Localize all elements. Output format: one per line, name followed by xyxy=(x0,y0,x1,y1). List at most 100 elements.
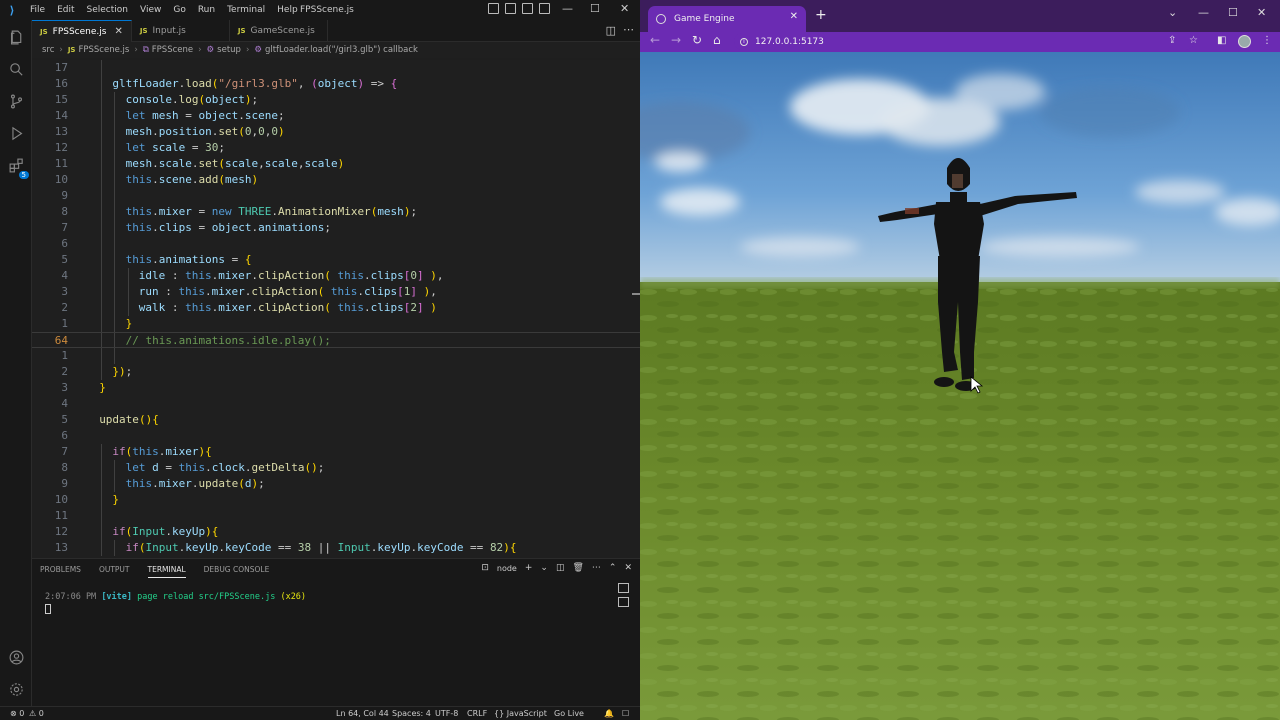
code-line[interactable]: 2}); xyxy=(32,364,640,380)
settings-gear-icon[interactable] xyxy=(5,678,27,700)
tab-terminal[interactable]: TERMINAL xyxy=(147,565,186,578)
code-line[interactable]: 13 if(Input.keyUp.keyCode == 38 || Input.… xyxy=(32,540,640,556)
menu-terminal[interactable]: Terminal xyxy=(221,5,271,15)
shell-name[interactable]: node xyxy=(497,564,517,573)
menu-run[interactable]: Run xyxy=(192,5,221,15)
status-errors[interactable]: ⊗ 0 xyxy=(10,709,24,718)
tab-problems[interactable]: PROBLEMS xyxy=(40,565,81,578)
menu-view[interactable]: View xyxy=(134,5,167,15)
site-info-icon[interactable]: i xyxy=(740,37,748,46)
terminal-instance-icon[interactable] xyxy=(618,597,629,607)
code-line[interactable]: 16 gltfLoader.load("/girl3.glb", (object)… xyxy=(32,76,640,92)
terminal-instance-icon[interactable] xyxy=(618,583,629,593)
bell-icon[interactable]: 🔔 xyxy=(604,709,614,718)
close-window-icon[interactable]: ✕ xyxy=(620,2,629,15)
code-line[interactable]: 4 xyxy=(32,396,640,412)
account-icon[interactable] xyxy=(5,646,27,668)
run-debug-icon[interactable] xyxy=(5,122,27,144)
new-tab-icon[interactable]: + xyxy=(815,7,827,23)
maximize-icon[interactable]: ☐ xyxy=(590,2,600,15)
forward-icon[interactable]: → xyxy=(671,33,681,47)
more-actions-icon[interactable]: ⋯ xyxy=(623,23,634,36)
tab-gamescene[interactable]: JS GameScene.js xyxy=(230,20,328,42)
home-icon[interactable]: ⌂ xyxy=(713,33,721,47)
toggle-panel-icon[interactable] xyxy=(505,3,516,14)
menu-selection[interactable]: Selection xyxy=(81,5,134,15)
split-terminal-icon[interactable]: ◫ xyxy=(556,563,565,573)
tab-fpsscene[interactable]: JS FPSScene.js ✕ xyxy=(32,20,132,42)
code-line[interactable]: 15 console.log(object); xyxy=(32,92,640,108)
status-encoding[interactable]: UTF-8 xyxy=(435,709,458,718)
code-line[interactable]: 9 xyxy=(32,188,640,204)
code-line[interactable]: 17 xyxy=(32,60,640,76)
tab-input[interactable]: JS Input.js xyxy=(132,20,230,42)
code-line[interactable]: 2 walk : this.mixer.clipAction( this.clip… xyxy=(32,300,640,316)
code-line[interactable]: 12 let scale = 30; xyxy=(32,140,640,156)
maximize-panel-icon[interactable]: ⌃ xyxy=(609,563,617,573)
close-window-icon[interactable]: ✕ xyxy=(1257,6,1266,19)
split-editor-icon[interactable]: ◫ xyxy=(606,24,616,37)
close-tab-icon[interactable]: ✕ xyxy=(790,11,798,22)
status-warnings[interactable]: ⚠ 0 xyxy=(29,709,44,718)
code-line[interactable]: 9 this.mixer.update(d); xyxy=(32,476,640,492)
game-canvas[interactable] xyxy=(640,52,1280,720)
code-line[interactable]: 1 xyxy=(32,348,640,364)
bookmark-star-icon[interactable]: ☆ xyxy=(1189,35,1198,46)
breadcrumb-class[interactable]: FPSScene xyxy=(152,45,193,55)
minimize-icon[interactable]: — xyxy=(562,2,573,15)
toggle-secondary-sidebar-icon[interactable] xyxy=(522,3,533,14)
code-line[interactable]: 11 xyxy=(32,508,640,524)
code-line[interactable]: 3} xyxy=(32,380,640,396)
code-line[interactable]: 8 this.mixer = new THREE.AnimationMixer(m… xyxy=(32,204,640,220)
breadcrumb-method[interactable]: setup xyxy=(217,45,241,55)
code-line[interactable]: 10 this.scene.add(mesh) xyxy=(32,172,640,188)
tab-output[interactable]: OUTPUT xyxy=(99,565,130,578)
status-go-live[interactable]: Go Live xyxy=(554,709,584,718)
code-line[interactable]: 7 this.clips = object.animations; xyxy=(32,220,640,236)
menu-file[interactable]: File xyxy=(24,5,51,15)
address-bar[interactable]: i 127.0.0.1:5173 xyxy=(734,33,1194,50)
search-icon[interactable] xyxy=(5,58,27,80)
code-line[interactable]: 7 if(this.mixer){ xyxy=(32,444,640,460)
code-line[interactable]: 4 idle : this.mixer.clipAction( this.clip… xyxy=(32,268,640,284)
profile-avatar[interactable] xyxy=(1238,35,1251,48)
source-control-icon[interactable] xyxy=(5,90,27,112)
code-line[interactable]: 64 // this.animations.idle.play(); xyxy=(32,332,640,348)
close-panel-icon[interactable]: ✕ xyxy=(624,563,632,573)
status-cursor-position[interactable]: Ln 64, Col 44 xyxy=(336,709,389,718)
code-line[interactable]: 6 xyxy=(32,428,640,444)
maximize-icon[interactable]: ☐ xyxy=(1228,6,1238,19)
reload-icon[interactable]: ↻ xyxy=(692,33,702,47)
code-line[interactable]: 14 let mesh = object.scene; xyxy=(32,108,640,124)
explorer-icon[interactable] xyxy=(5,26,27,48)
status-indentation[interactable]: Spaces: 4 xyxy=(392,709,431,718)
status-language[interactable]: {} JavaScript xyxy=(494,709,547,718)
code-line[interactable]: 12 if(Input.keyUp){ xyxy=(32,524,640,540)
menu-help[interactable]: Help xyxy=(271,5,304,15)
chevron-down-icon[interactable]: ⌄ xyxy=(540,563,548,573)
close-tab-icon[interactable]: ✕ xyxy=(114,26,122,37)
breadcrumb-callback[interactable]: gltfLoader.load("/girl3.glb") callback xyxy=(265,45,418,55)
code-line[interactable]: 6 xyxy=(32,236,640,252)
breadcrumb-folder[interactable]: src xyxy=(42,45,54,55)
side-panel-icon[interactable]: ◧ xyxy=(1217,35,1226,46)
new-terminal-icon[interactable]: + xyxy=(525,563,533,573)
tab-search-chevron-icon[interactable]: ⌄ xyxy=(1168,6,1177,19)
code-line[interactable]: 10} xyxy=(32,492,640,508)
code-line[interactable]: 11 mesh.scale.set(scale,scale,scale) xyxy=(32,156,640,172)
minimize-icon[interactable]: — xyxy=(1198,6,1209,19)
breadcrumb-file[interactable]: FPSScene.js xyxy=(78,45,129,55)
notifications-icon[interactable]: ☐ xyxy=(622,709,629,718)
menu-kebab-icon[interactable]: ⋮ xyxy=(1262,35,1272,46)
code-line[interactable]: 1} xyxy=(32,316,640,332)
menu-edit[interactable]: Edit xyxy=(51,5,80,15)
code-line[interactable]: 5 this.animations = { xyxy=(32,252,640,268)
status-eol[interactable]: CRLF xyxy=(467,709,487,718)
game-scene[interactable] xyxy=(640,52,1280,720)
share-icon[interactable]: ⇪ xyxy=(1168,35,1176,46)
code-line[interactable]: 8 let d = this.clock.getDelta(); xyxy=(32,460,640,476)
trash-icon[interactable]: 🗑 xyxy=(572,563,583,573)
browser-tab-game-engine[interactable]: Game Engine ✕ xyxy=(648,6,806,32)
tab-debug-console[interactable]: DEBUG CONSOLE xyxy=(204,565,270,578)
more-actions-icon[interactable]: ⋯ xyxy=(592,563,601,573)
